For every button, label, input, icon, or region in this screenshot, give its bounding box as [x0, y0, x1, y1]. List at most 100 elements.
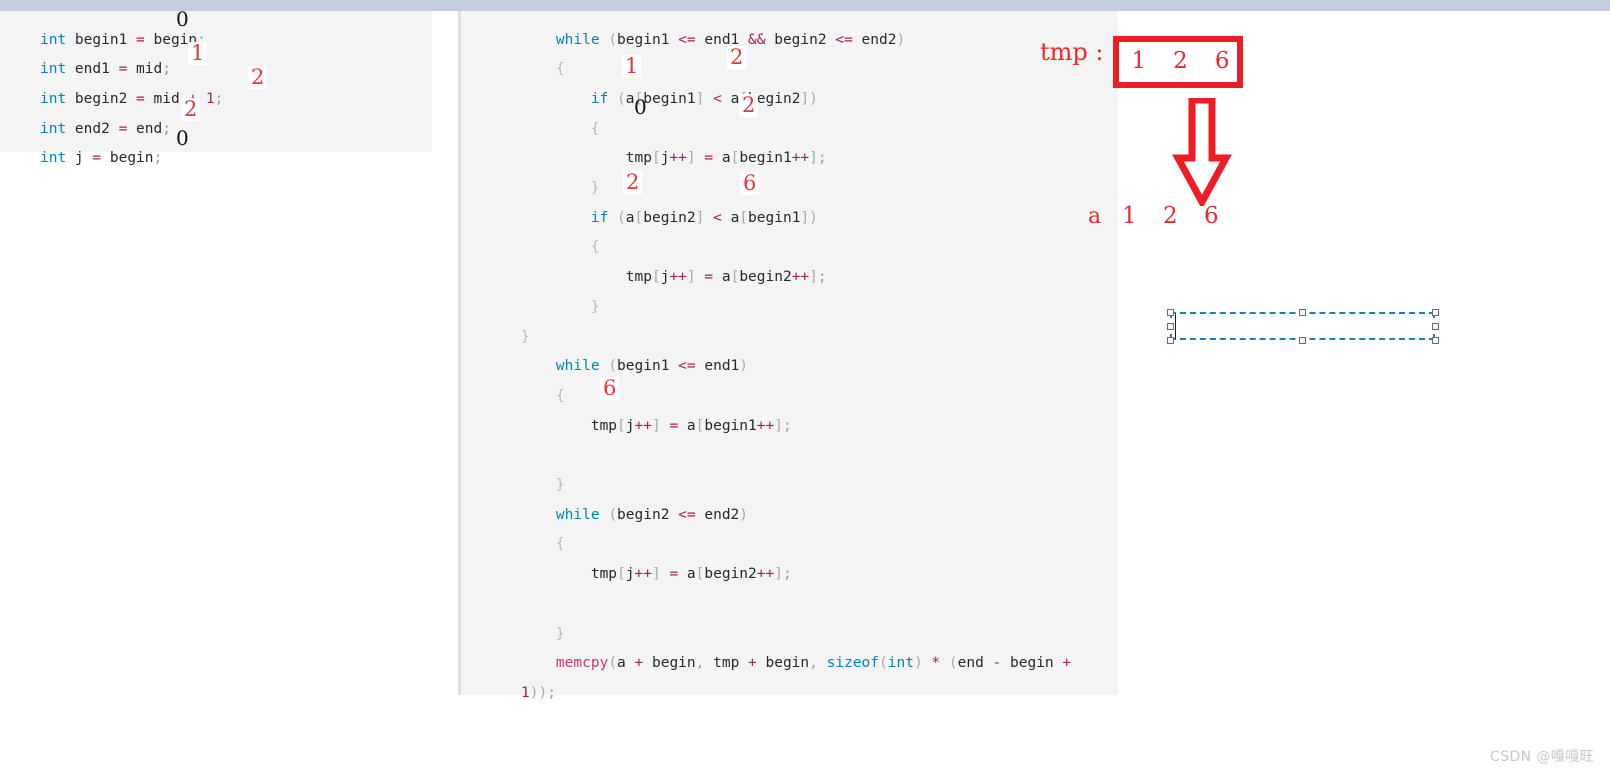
annot-begin1-value: 0	[176, 7, 189, 31]
text-cursor-caret	[1175, 314, 1176, 339]
code-token: begin2	[617, 506, 679, 523]
code-token: end1	[66, 61, 119, 78]
code-token: end2	[66, 120, 119, 137]
code-token: 1	[205, 90, 215, 107]
code-token: [	[617, 566, 626, 583]
code-token: a	[678, 417, 696, 434]
code-token: ++	[791, 269, 810, 286]
code-token: ]	[809, 269, 818, 286]
code-token: }	[590, 180, 600, 197]
annot-if1-left-index: 0	[634, 95, 647, 119]
code-token: a	[721, 90, 740, 107]
code-token: begin1	[617, 358, 679, 375]
code-token: ))	[529, 684, 548, 701]
code-token: begin1	[66, 31, 137, 48]
code-token: ;	[817, 150, 827, 167]
code-token: <=	[678, 358, 696, 375]
csdn-watermark: CSDN @嘎嘎旺	[1490, 749, 1594, 765]
code-token: int	[40, 120, 67, 137]
code-token: [	[730, 150, 740, 167]
code-token: <	[713, 90, 722, 107]
a-array-label: a	[1088, 204, 1102, 229]
code-token: 1	[521, 684, 530, 701]
code-token: while	[555, 31, 600, 48]
code-token: +	[634, 655, 644, 672]
code-token: <=	[678, 31, 696, 48]
left-code-panel[interactable]: int begin1 = begin; int end1 = mid; int …	[0, 11, 432, 166]
code-token: int	[40, 61, 67, 78]
code-token: (	[608, 31, 618, 48]
code-token: ,	[809, 655, 818, 672]
code-token: begin1	[704, 417, 757, 434]
code-token: ++	[669, 269, 687, 286]
code-token: {	[555, 61, 565, 78]
code-token: int	[40, 31, 67, 48]
selection-handle[interactable]	[1166, 308, 1174, 316]
selection-handle[interactable]	[1299, 308, 1306, 316]
selection-handle[interactable]	[1166, 336, 1174, 344]
code-token: end2	[695, 506, 740, 523]
annot-end2-value: 2	[181, 98, 201, 121]
code-token: (	[608, 506, 618, 523]
down-arrow-icon	[1172, 96, 1232, 210]
code-token: [	[651, 269, 661, 286]
code-token: (	[608, 655, 618, 672]
code-token: a	[713, 269, 731, 286]
selection-handle[interactable]	[1299, 336, 1306, 344]
code-token: ]	[686, 150, 696, 167]
code-token: ;	[782, 417, 792, 434]
code-token: =	[704, 150, 714, 167]
annot-tail-value: 6	[600, 377, 620, 400]
code-token: ;	[547, 684, 556, 701]
code-token: mid	[127, 61, 163, 78]
code-token: ++	[634, 566, 652, 583]
code-token: }	[590, 298, 600, 315]
code-token: begin	[1001, 655, 1063, 672]
code-token: -	[992, 655, 1002, 672]
selection-handle[interactable]	[1431, 308, 1439, 316]
code-token: <=	[678, 506, 696, 523]
code-token: )	[809, 90, 818, 107]
code-token: ++	[791, 150, 810, 167]
code-token: ]	[686, 269, 696, 286]
code-token: {	[590, 120, 600, 137]
tmp-value-cell: 1	[1131, 48, 1147, 74]
code-token: {	[590, 239, 600, 256]
code-token: j	[625, 566, 635, 583]
selection-handle[interactable]	[1431, 322, 1439, 330]
code-token: =	[704, 269, 714, 286]
main-code-panel[interactable]: while (begin1 <= end1 && begin2 <= end2)…	[458, 11, 1118, 701]
code-token: begin	[101, 150, 154, 167]
code-token: begin	[756, 655, 810, 672]
main-code-text[interactable]: while (begin1 <= end1 && begin2 <= end2)…	[521, 26, 1071, 709]
code-token: ;	[153, 150, 163, 167]
code-token: int	[887, 655, 914, 672]
code-token: )	[739, 358, 749, 375]
selection-handle[interactable]	[1166, 322, 1174, 330]
code-token: }	[555, 477, 565, 494]
code-token: )	[896, 31, 906, 48]
code-token: j	[625, 417, 635, 434]
code-token: end	[957, 655, 993, 672]
code-token: +	[748, 655, 757, 672]
code-token: ++	[756, 417, 775, 434]
selection-handle[interactable]	[1431, 336, 1439, 344]
annot-if2-right-value: 6	[740, 172, 760, 195]
tmp-array-label: tmp :	[1040, 38, 1104, 66]
code-token: {	[555, 536, 565, 553]
a-value-cell: 2	[1163, 203, 1178, 229]
code-token: a	[625, 209, 635, 226]
a-value-cell: 6	[1204, 203, 1219, 229]
